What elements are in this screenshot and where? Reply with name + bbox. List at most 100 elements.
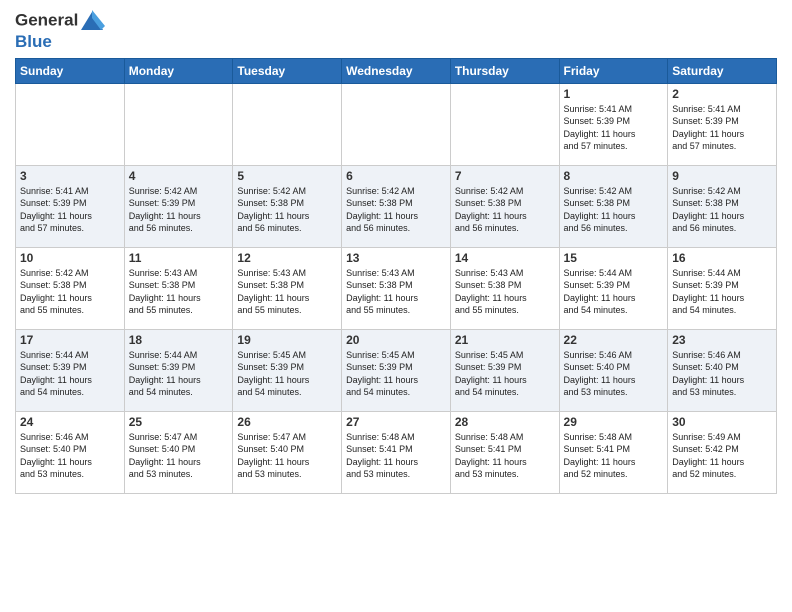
day-number: 10 [20,251,120,265]
day-info: Sunrise: 5:42 AMSunset: 5:38 PMDaylight:… [237,185,337,235]
day-number: 12 [237,251,337,265]
day-number: 4 [129,169,229,183]
week-row-1: 1 Sunrise: 5:41 AMSunset: 5:39 PMDaylight… [16,83,777,165]
day-cell [124,83,233,165]
day-info: Sunrise: 5:42 AMSunset: 5:38 PMDaylight:… [672,185,772,235]
day-number: 26 [237,415,337,429]
page: General Blue SundayMondayTuesdayWednesda… [0,0,792,504]
day-cell: 27Sunrise: 5:48 AMSunset: 5:41 PMDayligh… [342,411,451,493]
day-info: Sunrise: 5:41 AMSunset: 5:39 PMDaylight:… [20,185,120,235]
col-header-wednesday: Wednesday [342,58,451,83]
day-cell: 21 Sunrise: 5:45 AMSunset: 5:39 PMDayligh… [450,329,559,411]
day-cell: 19Sunrise: 5:45 AMSunset: 5:39 PMDayligh… [233,329,342,411]
day-number: 14 [455,251,555,265]
day-cell: 16 Sunrise: 5:44 AMSunset: 5:39 PMDayligh… [668,247,777,329]
col-header-sunday: Sunday [16,58,125,83]
day-info: Sunrise: 5:48 AMSunset: 5:41 PMDaylight:… [564,431,664,481]
day-info: Sunrise: 5:47 AMSunset: 5:40 PMDaylight:… [237,431,337,481]
day-cell: 22 Sunrise: 5:46 AMSunset: 5:40 PMDayligh… [559,329,668,411]
day-cell [342,83,451,165]
day-info: Sunrise: 5:48 AMSunset: 5:41 PMDaylight:… [455,431,555,481]
day-info: Sunrise: 5:43 AMSunset: 5:38 PMDaylight:… [129,267,229,317]
day-info: Sunrise: 5:43 AMSunset: 5:38 PMDaylight:… [346,267,446,317]
header-row: SundayMondayTuesdayWednesdayThursdayFrid… [16,58,777,83]
day-cell: 5 Sunrise: 5:42 AMSunset: 5:38 PMDaylight… [233,165,342,247]
day-info: Sunrise: 5:45 AMSunset: 5:39 PMDaylight:… [237,349,337,399]
day-cell: 11 Sunrise: 5:43 AMSunset: 5:38 PMDayligh… [124,247,233,329]
col-header-thursday: Thursday [450,58,559,83]
day-cell: 29Sunrise: 5:48 AMSunset: 5:41 PMDayligh… [559,411,668,493]
day-number: 22 [564,333,664,347]
col-header-tuesday: Tuesday [233,58,342,83]
logo-blue: Blue [15,32,105,52]
logo-icon [79,10,105,32]
day-number: 24 [20,415,120,429]
col-header-monday: Monday [124,58,233,83]
day-cell: 30Sunrise: 5:49 AMSunset: 5:42 PMDayligh… [668,411,777,493]
day-info: Sunrise: 5:44 AMSunset: 5:39 PMDaylight:… [20,349,120,399]
day-info: Sunrise: 5:45 AMSunset: 5:39 PMDaylight:… [455,349,555,399]
day-number: 1 [564,87,664,101]
week-row-2: 3 Sunrise: 5:41 AMSunset: 5:39 PMDaylight… [16,165,777,247]
day-cell: 6 Sunrise: 5:42 AMSunset: 5:38 PMDaylight… [342,165,451,247]
day-info: Sunrise: 5:42 AMSunset: 5:38 PMDaylight:… [564,185,664,235]
day-info: Sunrise: 5:43 AMSunset: 5:38 PMDaylight:… [237,267,337,317]
calendar-table: SundayMondayTuesdayWednesdayThursdayFrid… [15,58,777,494]
day-number: 16 [672,251,772,265]
day-number: 18 [129,333,229,347]
day-info: Sunrise: 5:42 AMSunset: 5:39 PMDaylight:… [129,185,229,235]
day-number: 11 [129,251,229,265]
day-number: 8 [564,169,664,183]
day-info: Sunrise: 5:46 AMSunset: 5:40 PMDaylight:… [20,431,120,481]
day-cell: 17Sunrise: 5:44 AMSunset: 5:39 PMDayligh… [16,329,125,411]
day-info: Sunrise: 5:44 AMSunset: 5:39 PMDaylight:… [564,267,664,317]
day-cell: 13Sunrise: 5:43 AMSunset: 5:38 PMDayligh… [342,247,451,329]
day-cell: 15 Sunrise: 5:44 AMSunset: 5:39 PMDayligh… [559,247,668,329]
day-number: 9 [672,169,772,183]
day-info: Sunrise: 5:46 AMSunset: 5:40 PMDaylight:… [564,349,664,399]
day-cell: 12 Sunrise: 5:43 AMSunset: 5:38 PMDayligh… [233,247,342,329]
day-number: 6 [346,169,446,183]
day-cell: 10 Sunrise: 5:42 AMSunset: 5:38 PMDayligh… [16,247,125,329]
day-number: 23 [672,333,772,347]
day-cell: 9 Sunrise: 5:42 AMSunset: 5:38 PMDaylight… [668,165,777,247]
week-row-3: 10 Sunrise: 5:42 AMSunset: 5:38 PMDayligh… [16,247,777,329]
day-info: Sunrise: 5:47 AMSunset: 5:40 PMDaylight:… [129,431,229,481]
day-number: 30 [672,415,772,429]
day-info: Sunrise: 5:44 AMSunset: 5:39 PMDaylight:… [672,267,772,317]
day-number: 27 [346,415,446,429]
day-number: 15 [564,251,664,265]
day-info: Sunrise: 5:43 AMSunset: 5:38 PMDaylight:… [455,267,555,317]
day-number: 28 [455,415,555,429]
day-number: 3 [20,169,120,183]
day-cell: 7Sunrise: 5:42 AMSunset: 5:38 PMDaylight… [450,165,559,247]
day-number: 5 [237,169,337,183]
day-info: Sunrise: 5:46 AMSunset: 5:40 PMDaylight:… [672,349,772,399]
day-cell [233,83,342,165]
week-row-4: 17Sunrise: 5:44 AMSunset: 5:39 PMDayligh… [16,329,777,411]
day-info: Sunrise: 5:42 AMSunset: 5:38 PMDaylight:… [455,185,555,235]
day-info: Sunrise: 5:44 AMSunset: 5:39 PMDaylight:… [129,349,229,399]
day-cell: 24 Sunrise: 5:46 AMSunset: 5:40 PMDayligh… [16,411,125,493]
day-number: 2 [672,87,772,101]
day-cell: 14 Sunrise: 5:43 AMSunset: 5:38 PMDayligh… [450,247,559,329]
day-cell: 8 Sunrise: 5:42 AMSunset: 5:38 PMDaylight… [559,165,668,247]
day-cell: 23 Sunrise: 5:46 AMSunset: 5:40 PMDayligh… [668,329,777,411]
day-info: Sunrise: 5:45 AMSunset: 5:39 PMDaylight:… [346,349,446,399]
day-cell [16,83,125,165]
week-row-5: 24 Sunrise: 5:46 AMSunset: 5:40 PMDayligh… [16,411,777,493]
logo-text: General [15,10,105,32]
day-info: Sunrise: 5:42 AMSunset: 5:38 PMDaylight:… [346,185,446,235]
day-cell: 28 Sunrise: 5:48 AMSunset: 5:41 PMDayligh… [450,411,559,493]
logo: General Blue [15,10,105,52]
day-cell: 3 Sunrise: 5:41 AMSunset: 5:39 PMDaylight… [16,165,125,247]
day-cell: 25Sunrise: 5:47 AMSunset: 5:40 PMDayligh… [124,411,233,493]
day-info: Sunrise: 5:42 AMSunset: 5:38 PMDaylight:… [20,267,120,317]
day-number: 21 [455,333,555,347]
day-cell: 18 Sunrise: 5:44 AMSunset: 5:39 PMDayligh… [124,329,233,411]
day-number: 20 [346,333,446,347]
day-cell: 26 Sunrise: 5:47 AMSunset: 5:40 PMDayligh… [233,411,342,493]
day-info: Sunrise: 5:41 AMSunset: 5:39 PMDaylight:… [672,103,772,153]
day-info: Sunrise: 5:41 AMSunset: 5:39 PMDaylight:… [564,103,664,153]
day-cell: 1 Sunrise: 5:41 AMSunset: 5:39 PMDaylight… [559,83,668,165]
